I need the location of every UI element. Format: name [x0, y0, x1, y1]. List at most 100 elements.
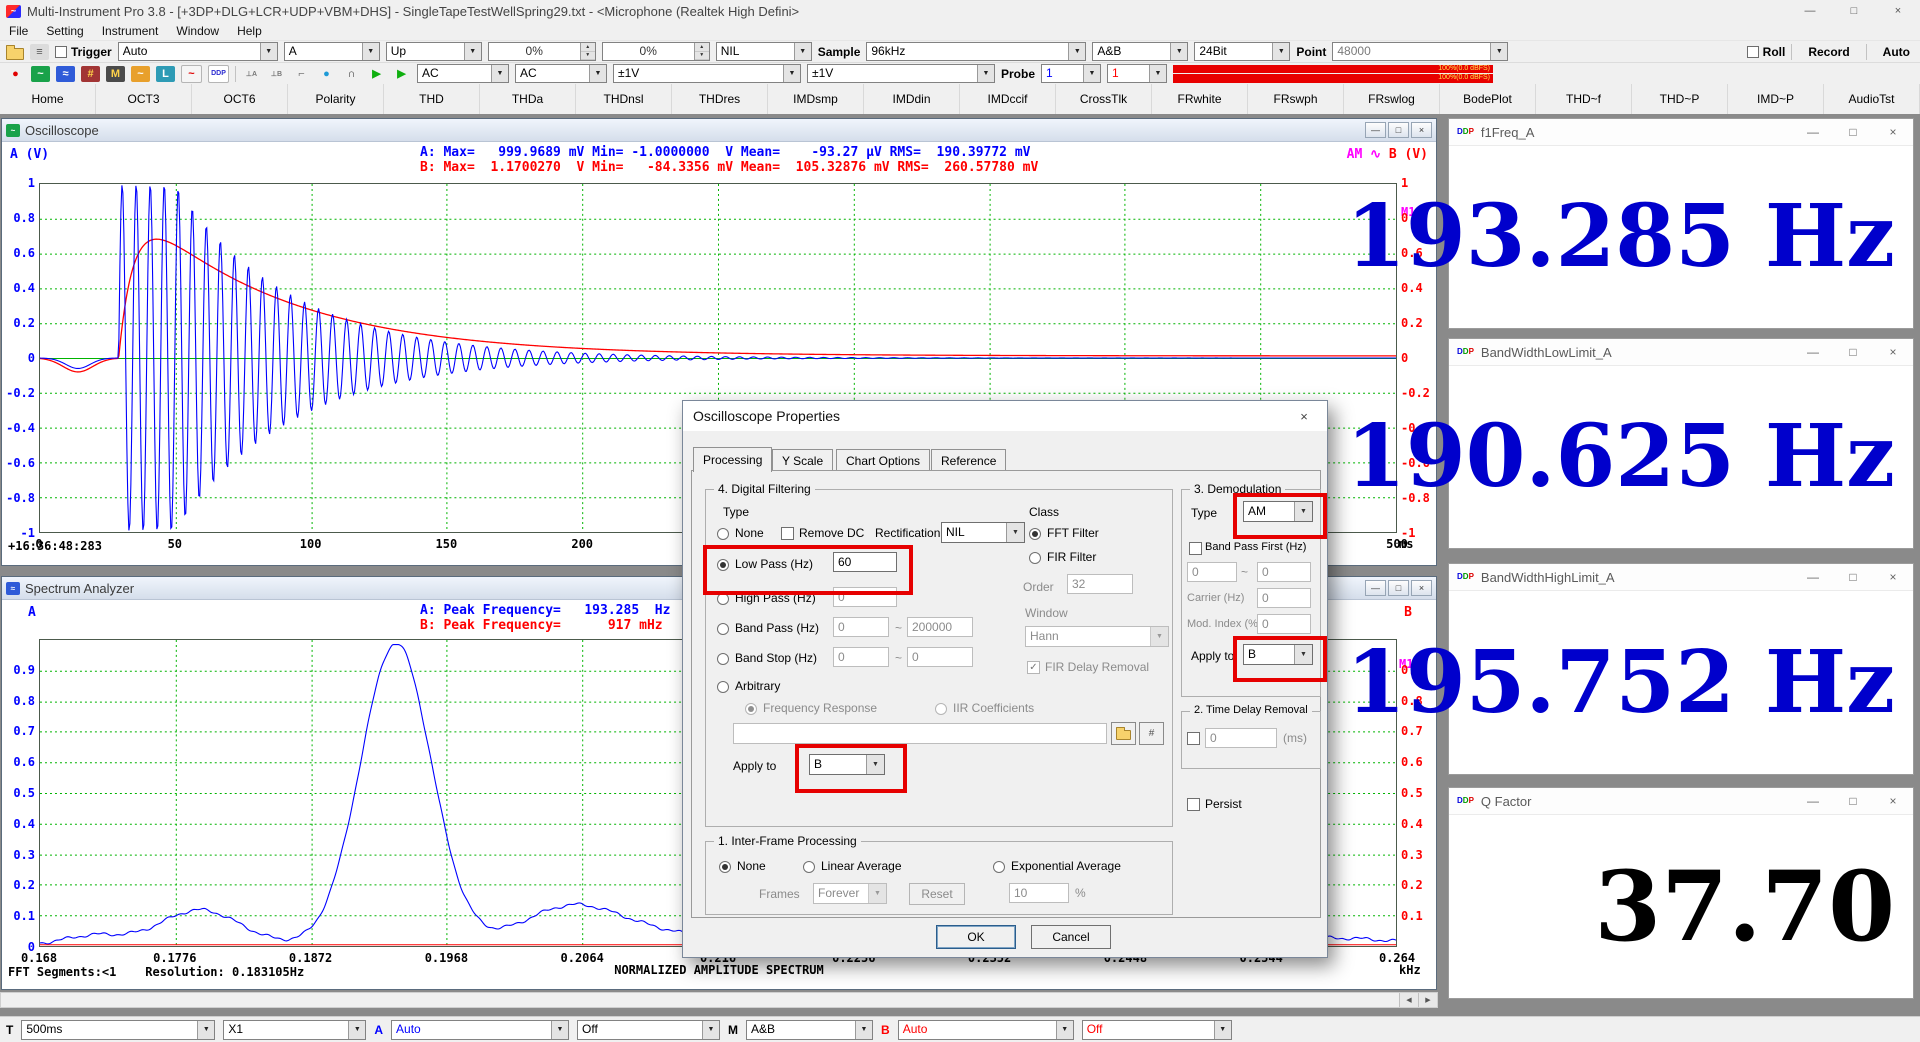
distribution-icon[interactable]: ∩ — [342, 66, 361, 82]
tab-reference[interactable]: Reference — [931, 449, 1006, 471]
tab-thd~f[interactable]: THD~f — [1536, 84, 1632, 114]
chevron-down-icon[interactable]: ▼ — [464, 43, 481, 60]
band-pass-first-checkbox[interactable] — [1189, 542, 1202, 555]
time-delay-checkbox[interactable] — [1187, 732, 1200, 745]
arbitrary-radio[interactable] — [717, 681, 729, 693]
demod-apply-to-select[interactable]: B▼ — [1243, 644, 1313, 665]
spin-up-icon[interactable]: ▲ — [581, 43, 595, 52]
maximize-icon[interactable]: □ — [1833, 339, 1873, 365]
chevron-down-icon[interactable]: ▼ — [197, 1021, 214, 1039]
coefficient-table-button[interactable]: # — [1139, 722, 1164, 745]
chevron-down-icon[interactable]: ▼ — [589, 65, 606, 82]
calibration-b-icon[interactable]: ⊥B — [267, 66, 286, 82]
chevron-down-icon[interactable]: ▼ — [702, 1021, 719, 1039]
maximize-icon[interactable]: □ — [1833, 119, 1873, 145]
chevron-down-icon[interactable]: ▼ — [260, 43, 277, 60]
oscilloscope-titlebar[interactable]: ~ Oscilloscope — □ × — [2, 119, 1436, 142]
channel-a-range-select[interactable]: Auto▼ — [391, 1020, 569, 1040]
trigger-edge-select[interactable]: Up▼ — [386, 42, 482, 61]
spin-down-icon[interactable]: ▼ — [581, 52, 595, 61]
probe-b-select[interactable]: 1▼ — [1107, 64, 1167, 83]
latency-test-icon[interactable]: ⌐ — [292, 66, 311, 82]
chevron-down-icon[interactable]: ▼ — [1068, 43, 1085, 60]
run-b-icon[interactable]: ▶ — [392, 66, 411, 82]
chevron-down-icon[interactable]: ▼ — [1170, 43, 1187, 60]
chevron-down-icon[interactable]: ▼ — [1149, 65, 1166, 82]
oscilloscope-icon[interactable]: ~ — [31, 66, 50, 82]
close-icon[interactable]: × — [1873, 564, 1913, 590]
remove-dc-checkbox[interactable] — [781, 527, 794, 540]
ddp-titlebar[interactable]: DDPBandWidthHighLimit_A—□× — [1449, 564, 1913, 591]
minimize-icon[interactable]: — — [1793, 339, 1833, 365]
chevron-down-icon[interactable]: ▼ — [794, 43, 811, 60]
range-a-select[interactable]: ±1V▼ — [613, 64, 801, 83]
oscilloscope-minimize-icon[interactable]: — — [1365, 122, 1386, 138]
tab-imd~p[interactable]: IMD~P — [1728, 84, 1824, 114]
sweep-time-select[interactable]: 500ms▼ — [21, 1020, 215, 1040]
spectrum-close-icon[interactable]: × — [1411, 580, 1432, 596]
maximize-icon[interactable]: □ — [1833, 564, 1873, 590]
tab-frswlog[interactable]: FRswlog — [1344, 84, 1440, 114]
minimize-button[interactable]: — — [1788, 0, 1832, 22]
tab-audiotst[interactable]: AudioTst — [1824, 84, 1920, 114]
horizontal-scrollbar[interactable]: ◀ ▶ — [0, 992, 1438, 1008]
close-icon[interactable]: × — [1873, 788, 1913, 814]
sampling-channels-select[interactable]: A&B▼ — [1092, 42, 1188, 61]
ddp-curve-icon[interactable]: ~ — [181, 65, 202, 83]
spectrum-minimize-icon[interactable]: — — [1365, 580, 1386, 596]
tab-frswph[interactable]: FRswph — [1248, 84, 1344, 114]
auto-button[interactable]: Auto — [1873, 45, 1920, 59]
tab-thdnsl[interactable]: THDnsl — [576, 84, 672, 114]
chevron-down-icon[interactable]: ▼ — [551, 1021, 568, 1039]
linear-average-radio[interactable] — [803, 861, 815, 873]
persist-checkbox[interactable] — [1187, 798, 1200, 811]
trigger-delay-spinner[interactable]: 0%▲▼ — [602, 42, 710, 61]
spectrum-analyzer-icon[interactable]: ≈ — [56, 66, 75, 82]
tab-bodeplot[interactable]: BodePlot — [1440, 84, 1536, 114]
menu-help[interactable]: Help — [228, 24, 271, 38]
demod-type-select[interactable]: AM▼ — [1243, 501, 1313, 522]
tab-imddin[interactable]: IMDdin — [864, 84, 960, 114]
fir-filter-radio[interactable] — [1029, 552, 1041, 564]
tab-crosstlk[interactable]: CrossTlk — [1056, 84, 1152, 114]
maximize-icon[interactable]: □ — [1833, 788, 1873, 814]
chevron-down-icon[interactable]: ▼ — [977, 65, 994, 82]
menu-instrument[interactable]: Instrument — [93, 24, 168, 38]
menu-window[interactable]: Window — [167, 24, 228, 38]
menu-file[interactable]: File — [0, 24, 37, 38]
frequency-rejection-select[interactable]: NIL▼ — [716, 42, 812, 61]
scroll-left-icon[interactable]: ◀ — [1399, 993, 1418, 1007]
chevron-down-icon[interactable]: ▼ — [855, 1021, 872, 1039]
chevron-down-icon[interactable]: ▼ — [348, 1021, 365, 1039]
high-pass-radio[interactable] — [717, 593, 729, 605]
band-pass-radio[interactable] — [717, 623, 729, 635]
ddp-titlebar[interactable]: DDPf1Freq_A—□× — [1449, 119, 1913, 146]
tab-thda[interactable]: THDa — [480, 84, 576, 114]
minimize-icon[interactable]: — — [1793, 564, 1833, 590]
ddp-titlebar[interactable]: DDPBandWidthLowLimit_A—□× — [1449, 339, 1913, 366]
spectrum-3d-plot-icon[interactable]: # — [81, 66, 100, 82]
coupling-b-select[interactable]: AC▼ — [515, 64, 607, 83]
browse-file-button[interactable] — [1111, 722, 1136, 745]
ok-button[interactable]: OK — [936, 925, 1016, 949]
tab-thd~p[interactable]: THD~P — [1632, 84, 1728, 114]
ifp-none-radio[interactable] — [719, 861, 731, 873]
close-icon[interactable]: × — [1873, 339, 1913, 365]
chevron-down-icon[interactable]: ▼ — [1272, 43, 1289, 60]
multiplier-select[interactable]: X1▼ — [223, 1020, 366, 1040]
tab-oct3[interactable]: OCT3 — [96, 84, 192, 114]
bit-depth-select[interactable]: 24Bit▼ — [1194, 42, 1290, 61]
tab-imdsmp[interactable]: IMDsmp — [768, 84, 864, 114]
chevron-down-icon[interactable]: ▼ — [783, 65, 800, 82]
chevron-down-icon[interactable]: ▼ — [491, 65, 508, 82]
record-button[interactable]: Record — [1798, 45, 1859, 59]
dialog-titlebar[interactable]: Oscilloscope Properties × — [683, 401, 1327, 431]
tab-chart-options[interactable]: Chart Options — [836, 449, 930, 471]
scrollbar-track[interactable] — [1, 993, 1399, 1007]
calibration-a-icon[interactable]: ⊥A — [242, 66, 261, 82]
coupling-a-select[interactable]: AC▼ — [417, 64, 509, 83]
filter-none-radio[interactable] — [717, 528, 729, 540]
record-length-select[interactable]: 48000▼ — [1332, 42, 1508, 61]
cancel-button[interactable]: Cancel — [1031, 925, 1111, 949]
dialog-close-icon[interactable]: × — [1281, 401, 1327, 431]
